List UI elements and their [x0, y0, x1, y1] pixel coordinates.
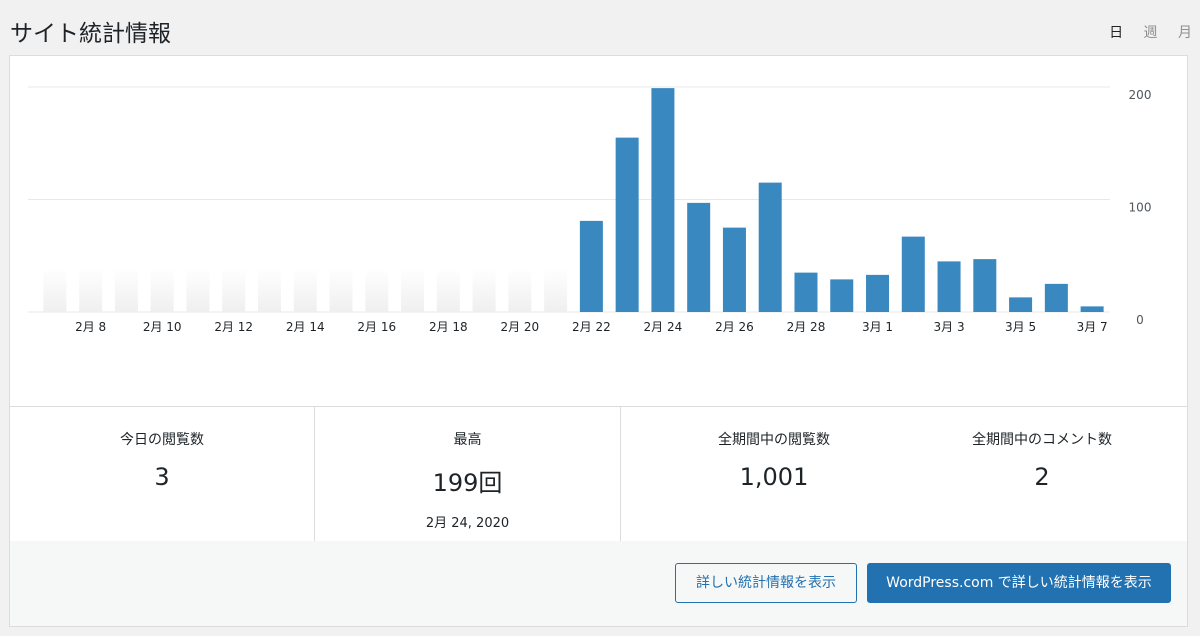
empty-bar-placeholder	[401, 268, 425, 312]
bar	[579, 220, 603, 312]
x-tick-label: 2月 20	[500, 320, 539, 334]
x-tick-label: 2月 18	[429, 320, 468, 334]
stats-panel: 200 100 0 2月 8 2月 10 2月 12 2月 14 2月 16 2月 18 2月 2…	[9, 55, 1188, 627]
stat-best: 最高 199回 2月 24, 2020	[315, 407, 620, 541]
x-tick-label: 2月 14	[286, 320, 325, 334]
bar	[651, 88, 675, 312]
empty-bar-placeholder	[43, 268, 67, 312]
stat-today-value: 3	[154, 463, 170, 491]
bar	[937, 261, 961, 312]
x-tick-label: 2月 24	[644, 320, 683, 334]
bar	[866, 274, 890, 312]
empty-bar-placeholder	[257, 268, 281, 312]
wpcom-details-button[interactable]: WordPress.com で詳しい統計情報を表示	[867, 563, 1171, 603]
stat-best-date: 2月 24, 2020	[425, 516, 510, 531]
empty-bar-placeholder	[544, 268, 568, 312]
chart-area: 200 100 0 2月 8 2月 10 2月 12 2月 14 2月 16 2月 18 2月 2…	[10, 56, 1187, 406]
x-tick-label: 3月 7	[1077, 320, 1108, 334]
empty-bar-placeholder	[508, 268, 532, 312]
stat-best-value: 199回	[432, 469, 503, 497]
x-tick-label: 2月 26	[715, 320, 754, 334]
empty-bar-placeholder	[329, 268, 353, 312]
period-month-tab[interactable]: 月	[1178, 25, 1192, 41]
bar	[687, 202, 711, 312]
header: サイト統計情報 日 週 月	[0, 0, 1200, 55]
bar	[615, 137, 639, 312]
empty-bar-placeholder	[436, 268, 460, 312]
bar	[722, 227, 746, 312]
period-day-tab[interactable]: 日	[1109, 25, 1123, 41]
bar	[1044, 283, 1068, 312]
stat-total-comments-value: 2	[1034, 463, 1050, 491]
x-tick-label: 3月 5	[1005, 320, 1036, 334]
bar	[901, 236, 925, 312]
empty-bar-placeholder	[472, 268, 496, 312]
x-tick-label: 3月 1	[862, 320, 893, 334]
stat-today-label: 今日の閲覧数	[120, 432, 204, 448]
empty-bar-placeholder	[186, 268, 210, 312]
x-tick-label: 2月 12	[214, 320, 253, 334]
bar	[973, 259, 997, 312]
period-switcher: 日 週 月	[1093, 22, 1192, 42]
stat-best-label: 最高	[453, 432, 482, 448]
empty-bar-placeholder	[222, 268, 246, 312]
x-tick-label: 3月 3	[934, 320, 965, 334]
bar	[830, 279, 854, 312]
x-tick-label: 2月 8	[75, 320, 106, 334]
stats-summary: 今日の閲覧数 3 最高 199回 2月 24, 2020 全期間中の閲覧数 1,…	[10, 406, 1187, 542]
y-tick-label: 200	[1129, 88, 1152, 102]
empty-bar-placeholder	[79, 268, 103, 312]
bar	[1009, 297, 1033, 312]
x-tick-label: 2月 16	[357, 320, 396, 334]
bar	[794, 272, 818, 312]
page-title: サイト統計情報	[10, 21, 171, 47]
x-tick-label: 2月 28	[787, 320, 826, 334]
empty-bar-placeholder	[150, 268, 174, 312]
stat-total-comments-label: 全期間中のコメント数	[972, 432, 1112, 448]
view-details-button[interactable]: 詳しい統計情報を表示	[675, 563, 857, 603]
stat-total-views: 全期間中の閲覧数 1,001	[621, 407, 927, 541]
x-tick-label: 2月 22	[572, 320, 611, 334]
stat-total-comments: 全期間中のコメント数 2	[927, 407, 1157, 541]
footer-actions: 詳しい統計情報を表示 WordPress.com で詳しい統計情報を表示	[10, 541, 1187, 626]
y-tick-label: 0	[1136, 313, 1144, 327]
x-tick-label: 2月 10	[143, 320, 182, 334]
empty-bar-placeholder	[114, 268, 138, 312]
stat-today: 今日の閲覧数 3	[10, 407, 314, 541]
bar	[1080, 306, 1104, 312]
stat-total-views-label: 全期間中の閲覧数	[718, 432, 830, 448]
y-tick-label: 100	[1129, 201, 1152, 215]
bar	[758, 182, 782, 312]
empty-bar-placeholder	[293, 268, 317, 312]
period-week-tab[interactable]: 週	[1144, 25, 1158, 41]
views-bar-chart: 200 100 0 2月 8 2月 10 2月 12 2月 14 2月 16 2月 18 2月 2…	[28, 86, 1152, 334]
empty-bar-placeholder	[365, 268, 389, 312]
stat-total-views-value: 1,001	[739, 463, 809, 491]
